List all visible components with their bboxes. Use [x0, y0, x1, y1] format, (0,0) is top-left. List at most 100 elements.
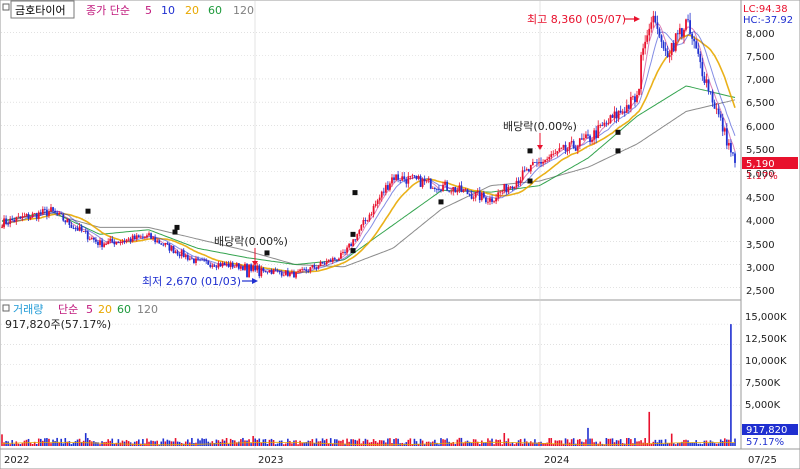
candle-body — [415, 175, 418, 179]
volume-bar — [370, 442, 373, 446]
signal-marker — [615, 148, 621, 154]
volume-bar — [260, 442, 263, 446]
candle-body — [103, 244, 105, 247]
candle-body — [709, 91, 712, 93]
volume-bar — [209, 442, 212, 446]
volume-bar — [515, 443, 518, 446]
volume-bar — [93, 441, 95, 446]
candle-body — [366, 220, 369, 222]
candle-body — [719, 114, 722, 118]
volume-bar — [466, 440, 469, 446]
volume-panel — [0, 299, 742, 450]
candle-body — [215, 266, 218, 268]
volume-bar — [654, 439, 657, 446]
volume-bar — [444, 439, 446, 446]
candle-body — [219, 263, 222, 267]
volume-bar — [346, 438, 348, 446]
volume-bar — [730, 324, 732, 446]
price-panel — [0, 0, 742, 301]
signal-marker — [174, 224, 180, 230]
candle-body — [423, 179, 426, 182]
candle-body — [519, 179, 522, 183]
volume-bar — [405, 442, 408, 446]
candle-body — [248, 264, 250, 278]
volume-bar — [350, 439, 352, 446]
volume-bar — [499, 439, 501, 446]
candle-body — [576, 146, 579, 151]
candle-body — [311, 265, 314, 268]
candle-body — [676, 33, 679, 35]
x-label-2024: 2024 — [544, 455, 569, 466]
signal-marker — [527, 178, 533, 184]
candle-body — [184, 255, 187, 258]
volume-bar — [299, 440, 301, 446]
volume-bar — [199, 440, 201, 446]
volume-bar — [497, 440, 499, 446]
candle-body — [23, 216, 26, 217]
candle-body — [417, 176, 420, 179]
signal-marker — [350, 231, 356, 237]
candle-body — [342, 252, 344, 253]
candle-body — [534, 162, 536, 163]
volume-bar — [672, 443, 675, 446]
candle-body — [11, 218, 14, 221]
x-label-2023: 2023 — [258, 455, 283, 466]
candle-body — [217, 263, 220, 268]
candle-body — [333, 258, 336, 260]
volume-bar — [1, 434, 3, 446]
candle-body — [401, 176, 404, 181]
candle-body — [209, 264, 212, 267]
candle-body — [264, 271, 267, 272]
volume-bar — [599, 441, 602, 446]
candle-body — [17, 216, 20, 218]
candle-body — [358, 230, 361, 234]
candle-body — [570, 141, 573, 143]
candle-body — [701, 62, 704, 77]
volume-bar — [295, 440, 297, 446]
volume-bar — [309, 441, 312, 446]
candle-body — [617, 110, 620, 119]
candle-body — [37, 212, 40, 219]
candle-body — [474, 192, 477, 198]
candle-body — [478, 190, 481, 201]
volume-bar — [501, 444, 504, 446]
volume-bar — [250, 443, 252, 446]
candle-body — [182, 250, 185, 258]
signal-marker — [615, 129, 621, 135]
header-icon[interactable] — [2, 3, 10, 11]
candle-body — [572, 141, 575, 149]
candle-body — [389, 183, 391, 190]
volume-bar — [668, 443, 671, 446]
volume-bar — [630, 439, 632, 446]
candle-body — [409, 176, 412, 177]
volume-header-icon[interactable] — [2, 304, 10, 312]
volume-bar — [103, 442, 105, 446]
candle-body — [619, 110, 622, 113]
candle-body — [244, 263, 246, 270]
volume-bar — [664, 439, 667, 446]
volume-bar — [434, 439, 436, 446]
candle-body — [654, 15, 657, 23]
candle-body — [666, 51, 669, 58]
candle-body — [515, 180, 518, 187]
candle-body — [597, 125, 600, 138]
candle-body — [237, 263, 240, 269]
volume-bar — [534, 439, 536, 446]
candle-body — [574, 148, 577, 151]
candle-body — [246, 263, 248, 278]
volume-bar — [530, 441, 532, 446]
volume-bar — [176, 441, 179, 446]
candle-body — [503, 183, 506, 191]
volume-bar — [215, 439, 218, 446]
volume-bar — [70, 444, 73, 446]
volume-bar — [615, 440, 618, 446]
candle-body — [464, 189, 467, 191]
volume-ma-20: 20 — [98, 303, 112, 316]
candle-body — [589, 135, 591, 142]
volume-bar — [242, 437, 244, 446]
candle-body — [629, 96, 632, 109]
volume-bar — [276, 443, 279, 446]
volume-bar — [644, 438, 646, 446]
candle-body — [242, 266, 244, 270]
candle-body — [505, 183, 508, 193]
